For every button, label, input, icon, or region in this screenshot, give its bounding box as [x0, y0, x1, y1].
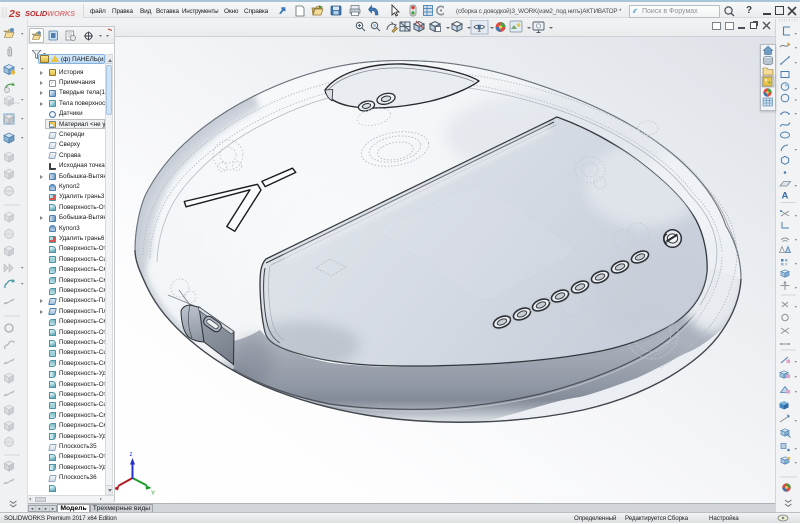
svg-text:Y: Y	[151, 491, 155, 497]
svg-text:A: A	[782, 191, 789, 202]
svg-text:z: z	[130, 452, 133, 458]
svg-text:SOLIDWORKS: SOLIDWORKS	[25, 9, 75, 18]
